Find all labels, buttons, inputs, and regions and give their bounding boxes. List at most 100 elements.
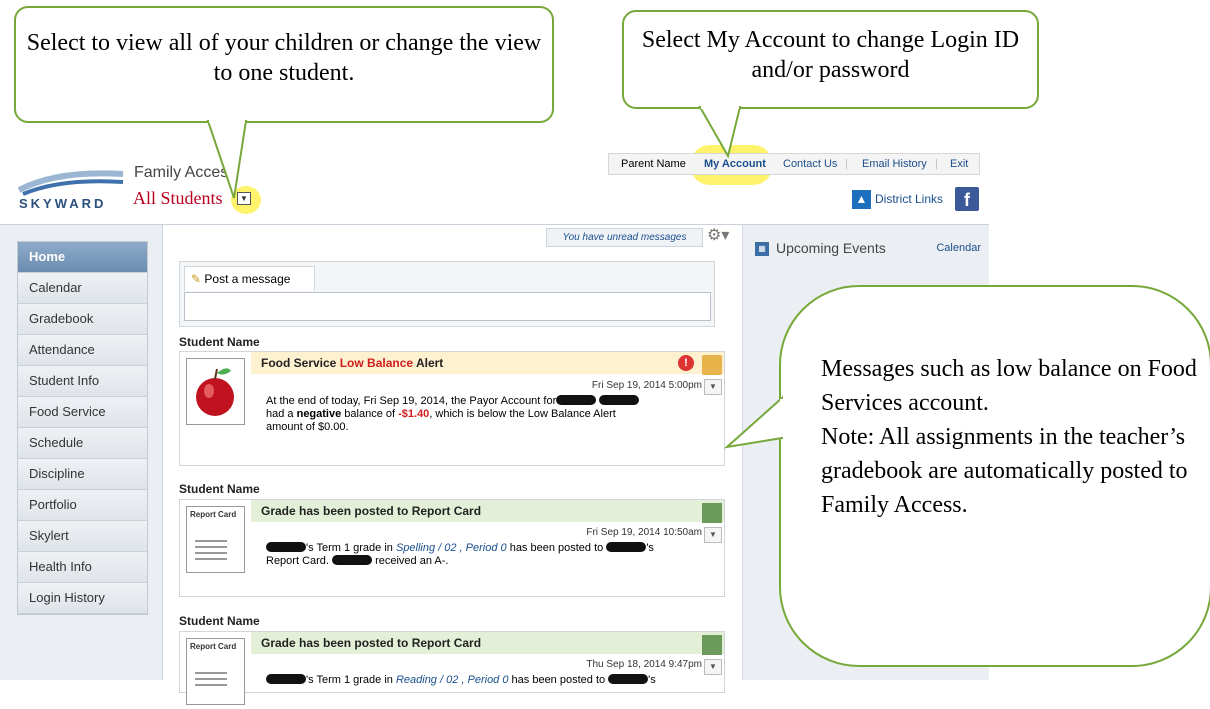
body-text: has been posted to [506, 542, 607, 554]
body-text: At the end of today, Fri Sep 19, 2014, t… [266, 395, 557, 407]
redacted-text [606, 542, 647, 552]
report-card-icon[interactable] [702, 503, 722, 523]
body-amount: -$1.40 [398, 408, 430, 420]
callout-my-account: Select My Account to change Login ID and… [622, 10, 1039, 109]
body-text: balance of [341, 408, 399, 420]
report-card-label: Report Card [190, 510, 237, 519]
sidebar-item-schedule[interactable]: Schedule [18, 428, 147, 459]
post-message-box: ✎ Post a message [179, 261, 715, 327]
title-part: Alert [413, 356, 444, 370]
facebook-icon[interactable]: f [955, 187, 979, 211]
message-date: Thu Sep 18, 2014 9:47pm [586, 659, 702, 670]
unread-messages-link[interactable]: You have unread messages [546, 228, 703, 247]
tab-post-message[interactable]: ✎ Post a message [184, 266, 315, 291]
top-links-bar: Parent Name My Account Contact Us | Emai… [608, 153, 980, 175]
callout-messages: Messages such as low balance on Food Ser… [779, 285, 1210, 667]
message-card-grade: Grade has been posted to Report Card Rep… [179, 499, 725, 597]
body-text: amount of $0.00. [266, 421, 349, 433]
chevron-down-icon[interactable]: ▼ [704, 527, 722, 543]
sidebar-item-skylert[interactable]: Skylert [18, 521, 147, 552]
product-title: Family Access [134, 164, 237, 181]
report-card-icon[interactable] [702, 635, 722, 655]
student-name: Student Name [179, 482, 260, 496]
card-title: Grade has been posted to Report Card [251, 500, 724, 522]
message-body: 's Term 1 grade in Spelling / 02 , Perio… [266, 542, 696, 568]
student-name: Student Name [179, 335, 260, 349]
message-card-food: Food Service Low Balance Alert ! Fri Sep… [179, 351, 725, 466]
sidebar-item-calendar[interactable]: Calendar [18, 273, 147, 304]
body-negative: negative [296, 408, 342, 420]
sidebar-item-login-history[interactable]: Login History [18, 583, 147, 614]
body-text: 's [646, 542, 654, 554]
apple-icon [186, 358, 245, 425]
title-highlight: Low Balance [339, 356, 414, 370]
contact-us-link[interactable]: Contact Us [783, 158, 837, 170]
callout-my-account-text: Select My Account to change Login ID and… [641, 27, 1020, 83]
redacted-text [556, 395, 597, 405]
body-text: received an A-. [372, 555, 449, 567]
upcoming-events-title: Upcoming Events [776, 240, 886, 256]
district-links-link[interactable]: District Links [875, 192, 943, 206]
report-card-label: Report Card [190, 642, 237, 651]
callout-messages-text-1: Messages such as low balance on Food Ser… [821, 356, 1197, 416]
sidebar-item-attendance[interactable]: Attendance [18, 335, 147, 366]
alert-icon: ! [678, 355, 694, 371]
calendar-link[interactable]: Calendar [936, 242, 981, 254]
chevron-down-icon[interactable]: ▼ [704, 379, 722, 395]
gear-icon[interactable]: ⚙▾ [707, 225, 729, 245]
message-date: Fri Sep 19, 2014 5:00pm [591, 380, 702, 391]
callout-messages-text-2: Note: All assignments in the teacher’s g… [821, 424, 1188, 518]
body-text: had a [266, 408, 297, 420]
callout-student-view-text: Select to view all of your children or c… [26, 30, 542, 86]
sidebar-item-health-info[interactable]: Health Info [18, 552, 147, 583]
sidebar-item-gradebook[interactable]: Gradebook [18, 304, 147, 335]
logo-text: SKYWARD [19, 196, 106, 211]
chevron-down-icon[interactable]: ▼ [237, 192, 251, 205]
sidebar-item-home[interactable]: Home [18, 242, 147, 273]
student-selector-label[interactable]: All Students [133, 188, 223, 209]
post-tab-label: Post a message [204, 272, 291, 286]
body-text: 's Term 1 grade in [306, 542, 396, 554]
sidebar-nav: Home Calendar Gradebook Attendance Student I… [17, 241, 148, 615]
sidebar-item-discipline[interactable]: Discipline [18, 459, 147, 490]
skyward-logo: SKYWARD [17, 170, 124, 211]
redacted-text [266, 542, 306, 552]
body-text: Report Card. [266, 555, 333, 567]
callout-student-view: Select to view all of your children or c… [14, 6, 554, 123]
course-link[interactable]: Spelling / 02 , Period 0 [396, 542, 507, 554]
calendar-icon: ▦ [755, 242, 769, 256]
body-text: , which is below the Low Balance Alert [429, 408, 616, 420]
parent-name: Parent Name [621, 158, 686, 170]
district-icon[interactable]: ▲ [852, 190, 871, 209]
post-message-input[interactable] [184, 292, 711, 321]
redacted-text [608, 674, 649, 684]
redacted-text [266, 674, 306, 684]
chevron-down-icon[interactable]: ▼ [704, 659, 722, 675]
report-card-thumb: Report Card [186, 506, 245, 573]
sidebar-item-portfolio[interactable]: Portfolio [18, 490, 147, 521]
email-history-link[interactable]: Email History [862, 158, 927, 170]
chat-icon[interactable] [702, 355, 722, 375]
message-body: 's Term 1 grade in Reading / 02 , Period… [266, 674, 696, 687]
redacted-text [332, 555, 373, 565]
report-card-thumb: Report Card [186, 638, 245, 705]
student-name: Student Name [179, 614, 260, 628]
divider: | [845, 158, 848, 170]
body-text: 's Term 1 grade in [306, 674, 396, 686]
divider: | [935, 158, 938, 170]
sidebar-item-food-service[interactable]: Food Service [18, 397, 147, 428]
main-panel: You have unread messages ⚙▾ ✎ Post a mes… [162, 225, 743, 705]
course-link[interactable]: Reading / 02 , Period 0 [396, 674, 509, 686]
message-body: At the end of today, Fri Sep 19, 2014, t… [266, 395, 696, 434]
redacted-text [599, 395, 640, 405]
exit-link[interactable]: Exit [950, 158, 968, 170]
pencil-icon: ✎ [191, 272, 202, 286]
body-text: has been posted to [508, 674, 609, 686]
sidebar-item-student-info[interactable]: Student Info [18, 366, 147, 397]
card-title: Grade has been posted to Report Card [251, 632, 724, 654]
card-title: Food Service Low Balance Alert [251, 352, 724, 374]
message-card-grade: Grade has been posted to Report Card Rep… [179, 631, 725, 705]
my-account-link[interactable]: My Account [704, 158, 766, 170]
title-part: Food Service [261, 356, 340, 370]
message-date: Fri Sep 19, 2014 10:50am [586, 527, 702, 538]
